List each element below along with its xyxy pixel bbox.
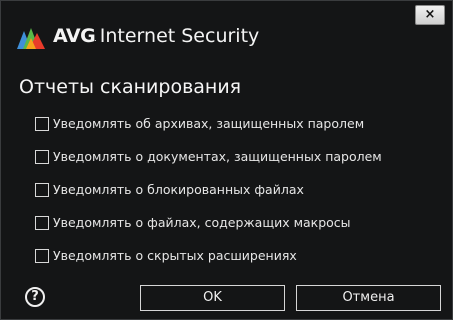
- checkbox[interactable]: [35, 249, 49, 263]
- page-title: Отчеты сканирования: [19, 76, 242, 98]
- checkbox[interactable]: [35, 183, 49, 197]
- brand-product-name: Internet Security: [99, 25, 260, 47]
- option-label: Уведомлять о скрытых расширениях: [53, 248, 297, 263]
- option-label: Уведомлять о файлах, содержащих макросы: [53, 215, 351, 230]
- option-label: Уведомлять об архивах, защищенных пароле…: [53, 116, 365, 131]
- window-title: AVG. Internet Security: [53, 24, 259, 48]
- option-locked-files[interactable]: Уведомлять о блокированных файлах: [35, 182, 445, 216]
- ok-button[interactable]: OK: [140, 285, 285, 311]
- brand-dot: .: [94, 34, 97, 43]
- checkbox[interactable]: [35, 117, 49, 131]
- options-list: Уведомлять об архивах, защищенных пароле…: [35, 116, 445, 282]
- settings-dialog: AVG. Internet Security × Отчеты сканирова…: [0, 0, 453, 320]
- option-label: Уведомлять о документах, защищенных паро…: [53, 149, 382, 164]
- option-password-archives[interactable]: Уведомлять об архивах, защищенных пароле…: [35, 116, 445, 150]
- checkbox[interactable]: [35, 216, 49, 230]
- option-password-documents[interactable]: Уведомлять о документах, защищенных паро…: [35, 149, 445, 183]
- title-bar: AVG. Internet Security ×: [1, 1, 452, 59]
- option-macro-files[interactable]: Уведомлять о файлах, содержащих макросы: [35, 215, 445, 249]
- avg-logo-icon: [17, 28, 45, 49]
- close-button[interactable]: ×: [415, 5, 445, 25]
- brand-avg: AVG: [53, 25, 96, 47]
- option-label: Уведомлять о блокированных файлах: [53, 182, 304, 197]
- option-hidden-extensions[interactable]: Уведомлять о скрытых расширениях: [35, 248, 445, 282]
- checkbox[interactable]: [35, 150, 49, 164]
- cancel-button[interactable]: Отмена: [296, 285, 441, 311]
- question-circle-icon[interactable]: ?: [25, 287, 45, 307]
